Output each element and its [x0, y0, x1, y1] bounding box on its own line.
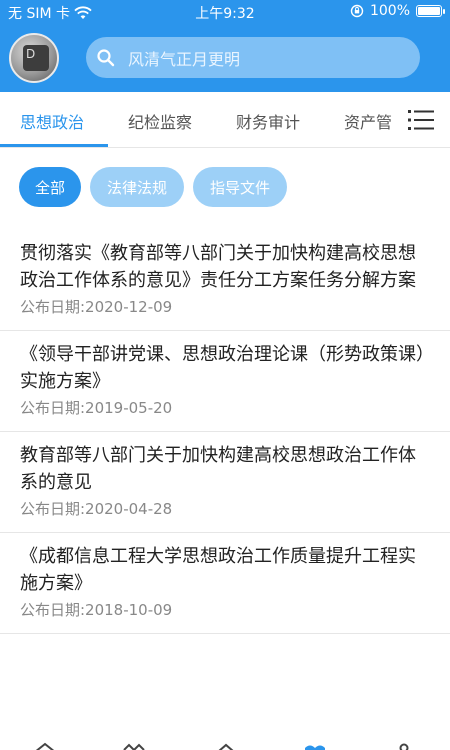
article-date: 公布日期:2019-05-20 [20, 399, 173, 417]
crown-icon[interactable] [122, 742, 146, 750]
active-tab-indicator [0, 144, 108, 147]
battery-percent: 100% [369, 3, 410, 19]
article-list: 贯彻落实《教育部等八部门关于加快构建高校思想政治工作体系的意见》责任分工方案任务… [0, 230, 450, 634]
app-header: 无 SIM 卡 上午9:32 100% D 风清气正月更明 [0, 0, 450, 92]
filter-all[interactable]: 全部 [19, 167, 81, 207]
article-title: 教育部等八部门关于加快构建高校思想政治工作体系的意见 [20, 445, 416, 493]
tab-纪检监察[interactable]: 纪检监察 [128, 109, 192, 133]
category-tabs: 思想政治 纪检监察 财务审计 资产管 [0, 92, 450, 148]
article-date: 公布日期:2020-04-28 [20, 500, 173, 518]
article-date: 公布日期:2018-10-09 [20, 601, 173, 619]
filter-pills: 全部 法律法规 指导文件 [0, 167, 450, 209]
search-icon [97, 48, 115, 66]
list-item[interactable]: 《领导干部讲党课、思想政治理论课（形势政策课）实施方案》 公布日期:2019-0… [0, 331, 450, 432]
battery-icon [416, 5, 445, 17]
filter-laws[interactable]: 法律法规 [90, 167, 184, 207]
avatar[interactable]: D [9, 33, 59, 83]
orientation-lock-icon [350, 4, 364, 18]
article-date: 公布日期:2020-12-09 [20, 298, 173, 316]
article-title: 《领导干部讲党课、思想政治理论课（形势政策课）实施方案》 [20, 344, 425, 392]
tab-财务审计[interactable]: 财务审计 [236, 109, 300, 133]
search-placeholder: 风清气正月更明 [128, 49, 241, 69]
article-title: 贯彻落实《教育部等八部门关于加快构建高校思想政治工作体系的意见》责任分工方案任务… [20, 243, 416, 291]
list-item[interactable]: 贯彻落实《教育部等八部门关于加快构建高校思想政治工作体系的意见》责任分工方案任务… [0, 230, 450, 331]
status-bar: 无 SIM 卡 上午9:32 100% [0, 0, 450, 24]
tab-思想政治[interactable]: 思想政治 [20, 109, 84, 133]
list-item[interactable]: 教育部等八部门关于加快构建高校思想政治工作体系的意见 公布日期:2020-04-… [0, 432, 450, 533]
list-item[interactable]: 《成都信息工程大学思想政治工作质量提升工程实施方案》 公布日期:2018-10-… [0, 533, 450, 634]
up-icon[interactable] [214, 742, 238, 750]
article-title: 《成都信息工程大学思想政治工作质量提升工程实施方案》 [20, 546, 416, 594]
filter-guidance[interactable]: 指导文件 [193, 167, 287, 207]
user-icon[interactable] [392, 742, 416, 750]
book-icon[interactable] [303, 742, 327, 750]
tab-资产管[interactable]: 资产管 [344, 109, 392, 133]
home-icon[interactable] [33, 742, 57, 750]
search-bar[interactable]: 风清气正月更明 [86, 37, 420, 78]
bottom-nav [0, 738, 450, 750]
menu-list-icon[interactable] [408, 109, 434, 131]
